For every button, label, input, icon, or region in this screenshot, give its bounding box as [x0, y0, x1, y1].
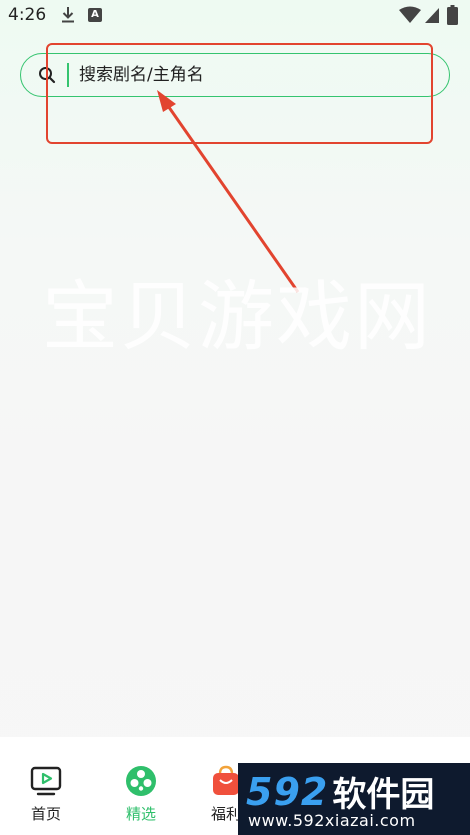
site-logo-number: 592: [246, 769, 329, 814]
search-bar[interactable]: [20, 53, 450, 97]
a-notification-icon: A: [88, 8, 102, 22]
nav-label-home: 首页: [30, 805, 61, 823]
site-logo-title: 592 软件园: [246, 767, 434, 816]
site-logo-url: www.592xiazai.com: [248, 811, 416, 830]
battery-icon: [447, 5, 458, 25]
search-input[interactable]: [79, 60, 419, 90]
tv-play-icon: [30, 766, 62, 796]
annotation-arrow: [157, 90, 300, 293]
download-icon: [62, 7, 74, 23]
watermark-text: 宝贝游戏网: [42, 272, 432, 361]
nav-item-featured[interactable]: 精选: [101, 737, 181, 835]
nav-label-featured: 精选: [125, 805, 156, 823]
site-logo-name: 软件园: [332, 775, 435, 815]
search-icon: [39, 67, 56, 84]
status-bar: 4:26 A: [0, 0, 470, 34]
text-cursor: [67, 63, 69, 87]
wifi-icon: [399, 6, 421, 23]
nav-item-home[interactable]: 首页: [6, 737, 86, 835]
status-time: 4:26: [8, 5, 47, 25]
film-reel-icon: [126, 766, 156, 796]
signal-icon: [425, 8, 439, 23]
site-logo: 592 软件园 www.592xiazai.com: [238, 763, 470, 835]
